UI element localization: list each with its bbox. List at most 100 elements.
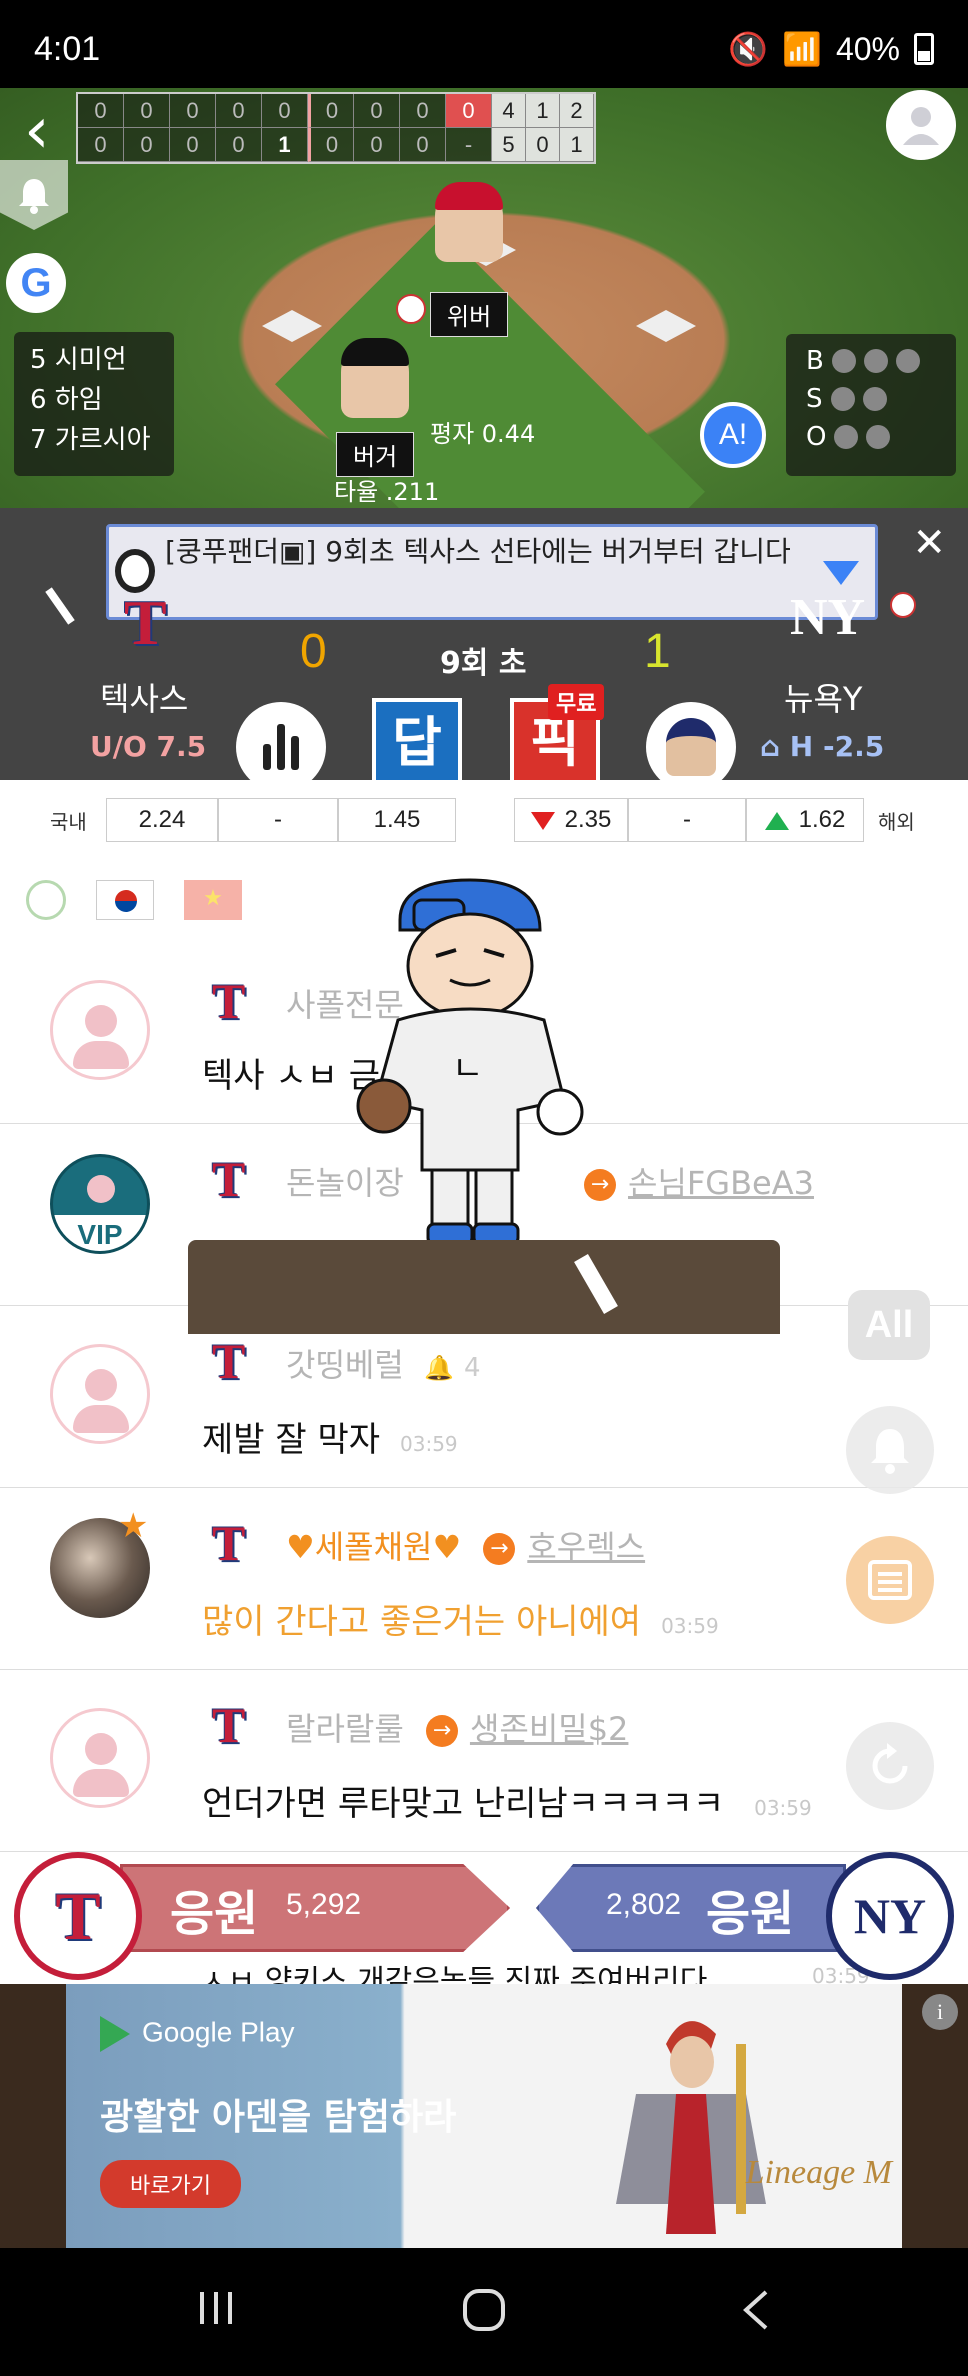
reply-target[interactable]: 호우렉스	[527, 1528, 645, 1566]
all-filter-button[interactable]: All	[848, 1290, 930, 1360]
answer-button[interactable]: 답	[372, 698, 462, 788]
batter-card[interactable]: 버거	[336, 338, 415, 477]
free-badge: 무료	[548, 684, 605, 720]
ad-headline: 광활한 아덴을 탐험하라	[100, 2097, 457, 2138]
score-bottom-2: 0	[124, 128, 170, 162]
lineage-m-logo: Lineage M	[745, 2154, 892, 2191]
bat-icon	[45, 587, 75, 625]
notice-banner[interactable]: [쿵푸팬더▣] 9회초 텍사스 선타에는 버거부터 갑니다	[106, 524, 878, 620]
profile-avatar-button[interactable]	[886, 90, 956, 160]
advertisement-banner[interactable]: Google Play 광활한 아덴을 탐험하라 바로가기 Lineage M …	[0, 1984, 968, 2248]
runs-top: 4	[492, 94, 526, 128]
overseas-odds-draw[interactable]: -	[628, 798, 746, 842]
pitcher-card[interactable]: 위버	[430, 182, 509, 337]
handicap-line: ⌂ H -2.5	[760, 730, 885, 763]
refresh-button[interactable]	[846, 1722, 934, 1810]
domestic-odds-home[interactable]: 2.24	[106, 798, 218, 842]
globe-filter-icon[interactable]	[26, 880, 66, 920]
rangers-logo: T	[124, 587, 167, 658]
google-play-label: Google Play	[100, 2016, 295, 2052]
bell-icon	[871, 1429, 909, 1474]
score-top-7: 0	[354, 94, 400, 128]
inning-label: 9회 초	[440, 646, 527, 681]
svg-text:ㄴ: ㄴ	[452, 1049, 483, 1089]
down-arrow-icon	[530, 811, 555, 830]
first-base	[636, 310, 696, 342]
home-icon: ⌂	[760, 730, 781, 763]
home-cheer-label: 응원	[170, 1886, 259, 1942]
expand-arrow-icon[interactable]	[823, 561, 859, 585]
chat-message[interactable]: ★ T ♥세폴채원♥ → 호우렉스 많이 간다고 좋은거는 아니에여 03:59	[0, 1488, 968, 1670]
score-top-4: 0	[216, 94, 262, 128]
third-base	[262, 310, 322, 342]
chat-nickname[interactable]: 갓띵베럴 🔔 4	[286, 1340, 481, 1386]
arrow-right-icon: →	[483, 1533, 516, 1565]
score-bottom-8: 0	[400, 128, 446, 162]
chat-nickname[interactable]: ♥세폴채원♥ → 호우렉스	[286, 1522, 645, 1568]
chat-message[interactable]: T 랄라랄룰 → 생존비밀$2 언더가면 루타맞고 난리남ㅋㅋㅋㅋㅋ 03:59	[0, 1670, 968, 1852]
up-arrow-icon	[764, 811, 789, 830]
close-icon[interactable]: ✕	[912, 520, 946, 566]
score-top-8: 0	[400, 94, 446, 128]
overseas-odds-home[interactable]: 2.35	[514, 798, 628, 842]
ball-strike-out-count: B S O	[786, 334, 956, 476]
arrow-right-icon: →	[425, 1715, 458, 1747]
away-cheer-button[interactable]	[536, 1864, 846, 1952]
home-team-badge[interactable]: T	[14, 1852, 142, 1980]
away-cheer-label: 응원	[706, 1886, 795, 1942]
pitcher-mascot-image: ㄴ	[356, 878, 584, 1246]
board-button[interactable]	[846, 1536, 934, 1624]
away-team-badge[interactable]: NY	[826, 1852, 954, 1980]
ai-prediction-button[interactable]: A!	[700, 402, 766, 468]
google-icon[interactable]: G	[6, 253, 66, 313]
score-top-3: 0	[170, 94, 216, 128]
pitcher-mound	[188, 1240, 780, 1334]
domestic-odds-draw[interactable]: -	[218, 798, 338, 842]
back-nav-button[interactable]	[716, 2288, 796, 2343]
player-avatar-button[interactable]	[646, 702, 736, 792]
mute-icon: 🔇	[728, 31, 769, 67]
ad-info-icon[interactable]: i	[922, 1994, 958, 2030]
errors-top: 2	[560, 94, 594, 128]
outs-label: O	[806, 422, 827, 452]
over-under-line: U/O 7.5	[90, 730, 207, 763]
batting-lineup: 5 시미언 6 하임 7 가르시아	[14, 332, 174, 476]
user-icon	[903, 107, 939, 145]
score-top-9: 0	[446, 94, 492, 128]
vip-avatar[interactable]: VIP	[50, 1154, 150, 1254]
pitcher-stat: 평자 0.44	[430, 420, 536, 448]
chat-nickname[interactable]: 랄라랄룰 → 생존비밀$2	[286, 1704, 628, 1750]
bell-icon: 🔔	[423, 1354, 454, 1382]
domestic-odds-away[interactable]: 1.45	[338, 798, 456, 842]
ad-cta-button[interactable]: 바로가기	[100, 2160, 241, 2208]
rangers-team-icon: T	[212, 1333, 246, 1389]
notification-button[interactable]	[846, 1406, 934, 1494]
away-team-name: 뉴욕Y	[784, 680, 863, 718]
stats-button[interactable]	[236, 702, 326, 792]
score-top-5: 0	[262, 94, 308, 128]
google-play-icon	[100, 2016, 130, 2052]
score-top-1: 0	[78, 94, 124, 128]
status-icons: 🔇 📶 40%	[728, 30, 934, 68]
home-button[interactable]	[444, 2288, 524, 2343]
user-avatar[interactable]	[50, 1344, 150, 1444]
notice-text: [쿵푸팬더▣] 9회초 텍사스 선타에는 버거부터 갑니다	[165, 535, 791, 568]
bar-chart-icon	[263, 724, 299, 770]
overseas-odds-away[interactable]: 1.62	[746, 798, 864, 842]
yankees-logo: NY	[853, 1888, 927, 1944]
ad-creative[interactable]: Google Play 광활한 아덴을 탐험하라 바로가기 Lineage M	[66, 1984, 902, 2248]
errors-bottom: 1	[560, 128, 594, 162]
runs-bottom: 5	[492, 128, 526, 162]
user-avatar[interactable]	[50, 980, 150, 1080]
home-team-name: 텍사스	[100, 680, 189, 718]
reply-target[interactable]: 생존비밀$2	[470, 1710, 628, 1748]
away-team-score: 1	[644, 625, 671, 678]
recent-apps-button[interactable]	[176, 2288, 256, 2339]
user-avatar[interactable]	[50, 1708, 150, 1808]
korea-flag-filter[interactable]	[96, 880, 154, 920]
baseball-icon	[890, 592, 916, 618]
chat-text: 제발 잘 막자 03:59	[202, 1420, 458, 1460]
score-bottom-5: 1	[262, 128, 308, 162]
overseas-label: 해외	[878, 810, 915, 834]
alarm-tab[interactable]	[0, 160, 68, 230]
